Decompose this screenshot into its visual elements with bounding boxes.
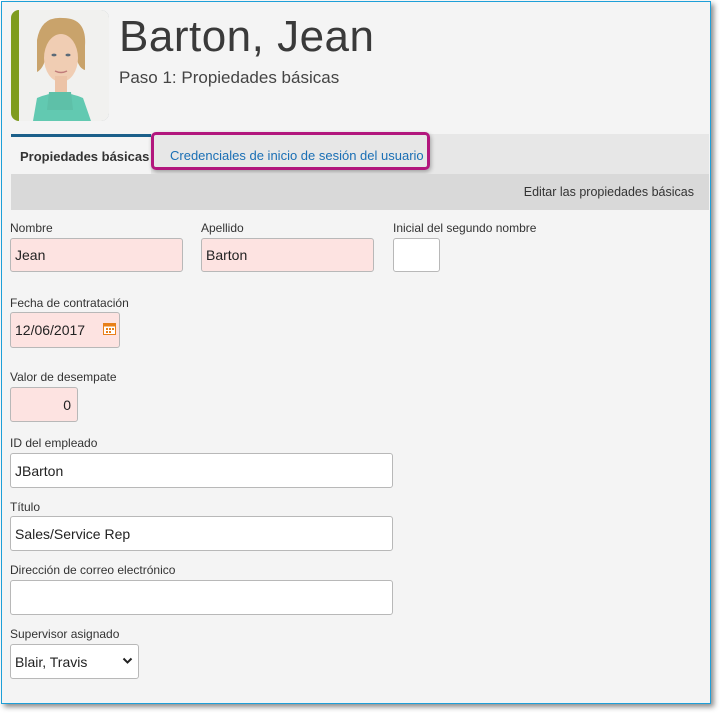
employee-id-field[interactable]: JBarton bbox=[10, 453, 393, 488]
window-frame: Barton, Jean Paso 1: Propiedades básicas… bbox=[1, 1, 711, 704]
edit-basic-properties-link[interactable]: Editar las propiedades básicas bbox=[524, 174, 694, 210]
email-field[interactable] bbox=[10, 580, 393, 615]
user-photo bbox=[11, 10, 109, 121]
hire-date-label: Fecha de contratación bbox=[10, 296, 129, 310]
title-field[interactable]: Sales/Service Rep bbox=[10, 516, 393, 551]
email-label: Dirección de correo electrónico bbox=[10, 563, 176, 577]
middle-initial-field[interactable] bbox=[393, 238, 440, 272]
first-name-label: Nombre bbox=[10, 221, 53, 235]
chevron-down-icon bbox=[122, 657, 133, 664]
supervisor-select[interactable]: Blair, Travis bbox=[10, 644, 139, 679]
highlight-box bbox=[151, 132, 430, 170]
hire-date-value: 12/06/2017 bbox=[15, 322, 86, 338]
user-avatar bbox=[11, 10, 109, 121]
step-title: Paso 1: Propiedades básicas bbox=[119, 68, 340, 87]
tiebreak-field[interactable]: 0 bbox=[10, 387, 78, 422]
section-toolbar: Editar las propiedades básicas bbox=[11, 174, 709, 210]
middle-initial-label: Inicial del segundo nombre bbox=[393, 221, 537, 235]
employee-id-label: ID del empleado bbox=[10, 436, 98, 450]
first-name-field[interactable]: Jean bbox=[10, 238, 183, 272]
tab-basic-properties[interactable]: Propiedades básicas bbox=[11, 134, 151, 174]
supervisor-value: Blair, Travis bbox=[15, 653, 88, 670]
calendar-icon[interactable] bbox=[103, 322, 116, 335]
tiebreak-label: Valor de desempate bbox=[10, 370, 117, 384]
hire-date-field[interactable]: 12/06/2017 bbox=[10, 312, 120, 348]
title-label: Título bbox=[10, 500, 41, 514]
supervisor-label: Supervisor asignado bbox=[10, 627, 120, 641]
last-name-field[interactable]: Barton bbox=[201, 238, 374, 272]
employee-name: Barton, Jean bbox=[119, 12, 375, 61]
last-name-label: Apellido bbox=[201, 221, 244, 235]
